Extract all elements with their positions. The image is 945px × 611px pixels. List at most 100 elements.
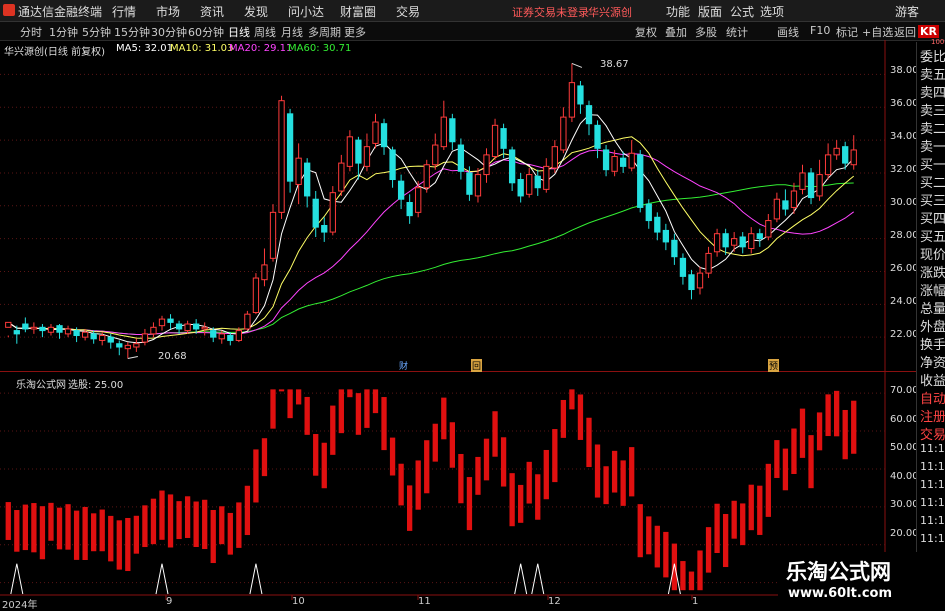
panel-price: 现价 (920, 248, 945, 263)
candle-up (423, 164, 430, 189)
quote-side-panel: KR 1000 委比 卖五 卖四 卖三 卖二 卖一 买一 买二 买三 买四 买五… (916, 25, 945, 609)
indicator-bar (82, 506, 88, 561)
panel-trade[interactable]: 交易 (920, 424, 945, 443)
candle-up (696, 272, 704, 289)
ma60-line (8, 182, 854, 335)
signal-spike (514, 563, 528, 595)
candle-down (312, 198, 319, 228)
panel-register[interactable]: 注册 (920, 406, 945, 425)
indicator-bar (56, 507, 63, 550)
candle-down (389, 149, 396, 181)
candle-up (124, 344, 131, 350)
x-tick: 1 (692, 596, 699, 607)
indicator-bar (518, 484, 524, 523)
indicator-bar (236, 502, 242, 548)
candle-down (90, 333, 97, 340)
candle-up (47, 326, 55, 333)
ind-tick: 70.00 (890, 385, 919, 396)
marker-cai[interactable]: 财 (398, 359, 409, 372)
panel-pct: 涨幅 (920, 284, 945, 299)
candle-down (637, 154, 644, 208)
indicator-bar (14, 510, 20, 552)
candle-down (782, 200, 789, 210)
candle-up (150, 326, 157, 335)
candle-up (833, 147, 840, 156)
indicator-bar (398, 463, 404, 506)
indicator-bar (569, 389, 575, 410)
candle-down (756, 233, 763, 240)
indicator-bar (552, 429, 558, 483)
indicator-bar (253, 449, 259, 503)
indicator-bar (620, 460, 626, 506)
candle-up (261, 264, 268, 281)
indicator-bar (577, 394, 584, 440)
indicator-bar (663, 531, 669, 578)
price-tick: 36.00 (890, 98, 919, 109)
indicator-bar (791, 428, 797, 474)
candle-down (22, 323, 29, 330)
panel-buy1: 买一 (920, 158, 945, 173)
candle-down (107, 336, 114, 343)
panel-auto[interactable]: 自动 (920, 388, 945, 407)
candle-up (628, 152, 635, 169)
panel-buy5: 买五 (920, 230, 945, 245)
candle-down (304, 162, 311, 197)
candle-up (799, 172, 806, 190)
high-annotation: 38.67 (600, 59, 629, 70)
indicator-bar (321, 442, 327, 489)
indicator-bar (159, 490, 165, 540)
candle-up (526, 174, 533, 195)
price-tick: 28.00 (890, 230, 919, 241)
candle-down (56, 325, 63, 333)
indicator-bar (740, 503, 746, 546)
indicator-bar (834, 390, 840, 437)
candle-down (534, 175, 541, 189)
x-tick: 10 (292, 596, 305, 607)
indicator-bar (441, 397, 447, 440)
indicator-bar (244, 485, 251, 536)
indicator-bar (91, 513, 97, 552)
panel-time: 11:15 (920, 514, 945, 527)
candle-up (141, 333, 149, 343)
indicator-bar (629, 447, 635, 497)
indicator-bar (748, 484, 754, 531)
indicator-bar (782, 448, 789, 491)
indicator-bar (637, 504, 643, 558)
indicator-bar (458, 453, 464, 504)
indicator-bar (688, 571, 695, 591)
candle-up (64, 328, 72, 335)
candle-down (193, 323, 200, 330)
candle-up (543, 165, 550, 190)
indicator-bar (364, 389, 370, 428)
chart-canvas[interactable] (0, 0, 945, 609)
indicator-bar (526, 461, 532, 504)
price-tick: 34.00 (890, 131, 919, 142)
indicator-bar (31, 503, 37, 553)
candle-down (13, 330, 20, 335)
candle-up (269, 211, 277, 259)
candle-down (807, 172, 815, 199)
indicator-bar (731, 500, 737, 539)
indicator-bar (227, 512, 233, 555)
marker-yu[interactable]: 预 (768, 359, 780, 372)
candle-up (713, 233, 721, 253)
indicator-bar (774, 440, 780, 478)
candle-up (235, 330, 242, 341)
indicator-bar (304, 396, 310, 435)
marker-hui[interactable]: 回 (471, 359, 483, 372)
candle-down (662, 229, 669, 243)
high-arrow (571, 62, 583, 68)
candle-down (73, 330, 80, 337)
indicator-bar (210, 509, 216, 564)
candle-up (133, 343, 140, 348)
indicator-bar (432, 423, 438, 462)
panel-time: 11:15 (920, 496, 945, 509)
candle-up (850, 149, 857, 166)
signal-spike (531, 563, 545, 595)
indicator-bar (475, 456, 481, 495)
panel-sell1: 卖一 (920, 140, 945, 155)
indicator-bar (338, 389, 344, 434)
ind-tick: 40.00 (890, 471, 919, 482)
indicator-bar (5, 502, 11, 540)
candle-up (218, 333, 225, 340)
